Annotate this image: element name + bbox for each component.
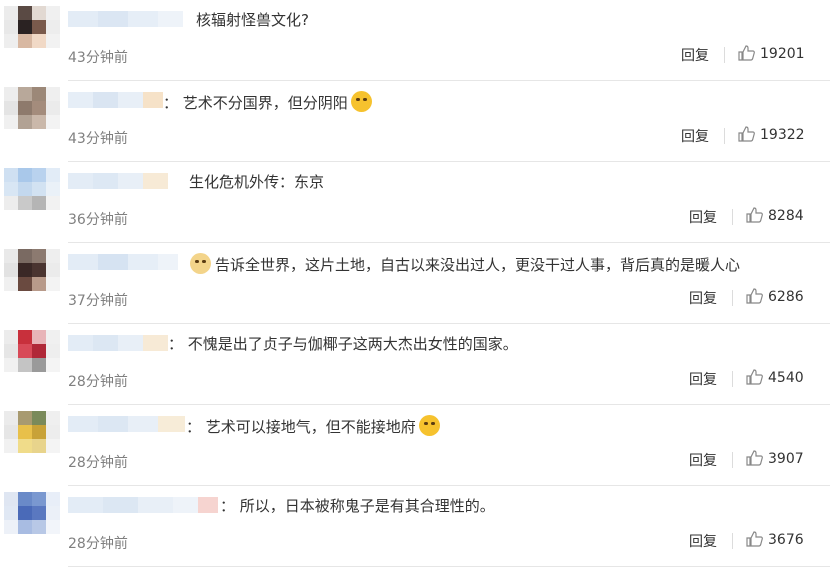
like-button[interactable]: 19322 — [738, 126, 805, 143]
reply-button[interactable]: 回复 — [681, 126, 709, 146]
comment-item: 生化危机外传：东京 36分钟前 回复 8284 — [0, 162, 830, 243]
reply-button[interactable]: 回复 — [689, 207, 717, 227]
emoji-icon — [418, 415, 440, 436]
avatar[interactable] — [4, 330, 64, 374]
timestamp: 43分钟前 — [68, 50, 128, 66]
timestamp: 43分钟前 — [68, 131, 128, 147]
like-button[interactable]: 19201 — [738, 45, 805, 62]
like-button[interactable]: 3907 — [746, 450, 804, 467]
timestamp: 36分钟前 — [68, 212, 128, 228]
like-count: 19322 — [760, 127, 805, 143]
divider — [732, 452, 733, 468]
avatar[interactable] — [4, 249, 64, 293]
comment-item: ： 不愧是出了贞子与伽椰子这两大杰出女性的国家。 28分钟前 回复 4540 — [0, 324, 830, 405]
timestamp: 28分钟前 — [68, 536, 128, 552]
thumbs-up-icon — [738, 45, 755, 61]
thumbs-up-icon — [746, 207, 763, 223]
like-button[interactable]: 4540 — [746, 369, 804, 386]
avatar[interactable] — [4, 6, 64, 50]
username-blurred[interactable] — [68, 173, 168, 189]
reply-button[interactable]: 回复 — [689, 531, 717, 551]
avatar[interactable] — [4, 87, 64, 131]
timestamp: 28分钟前 — [68, 374, 128, 390]
thumbs-up-icon — [746, 288, 763, 304]
comment-item: ： 艺术不分国界，但分阴阳 43分钟前 回复 19322 — [0, 81, 830, 162]
comment-text: 核辐射怪兽文化? — [196, 11, 309, 29]
comment-item: ： 艺术可以接地气，但不能接地府 28分钟前 回复 3907 — [0, 405, 830, 486]
username-blurred[interactable] — [68, 416, 185, 432]
like-count: 8284 — [768, 208, 804, 224]
reply-button[interactable]: 回复 — [689, 288, 717, 308]
thumbs-up-icon — [738, 126, 755, 142]
like-button[interactable]: 8284 — [746, 207, 804, 224]
divider — [724, 128, 725, 144]
divider — [732, 371, 733, 387]
like-count: 3907 — [768, 451, 804, 467]
like-button[interactable]: 6286 — [746, 288, 804, 305]
username-blurred[interactable] — [68, 11, 183, 27]
username-blurred[interactable] — [68, 254, 178, 270]
avatar[interactable] — [4, 168, 64, 212]
divider — [724, 47, 725, 63]
divider — [732, 209, 733, 225]
avatar[interactable] — [4, 492, 64, 536]
timestamp: 37分钟前 — [68, 293, 128, 309]
comment-item: ： 所以，日本被称鬼子是有其合理性的。 28分钟前 回复 3676 — [0, 486, 830, 567]
divider — [68, 566, 830, 567]
reply-button[interactable]: 回复 — [689, 450, 717, 470]
comment-text: ： 艺术不分国界，但分阴阳 — [163, 91, 372, 113]
username-blurred[interactable] — [68, 497, 218, 513]
like-count: 4540 — [768, 370, 804, 386]
comment-text: ： 所以，日本被称鬼子是有其合理性的。 — [220, 497, 495, 515]
timestamp: 28分钟前 — [68, 455, 128, 471]
thumbs-up-icon — [746, 450, 763, 466]
thumbs-up-icon — [746, 531, 763, 547]
reply-button[interactable]: 回复 — [689, 369, 717, 389]
like-count: 19201 — [760, 46, 805, 62]
comment-item: 核辐射怪兽文化? 43分钟前 回复 19201 — [0, 0, 830, 81]
like-button[interactable]: 3676 — [746, 531, 804, 548]
comment-text: ： 不愧是出了贞子与伽椰子这两大杰出女性的国家。 — [168, 335, 518, 353]
thumbs-up-icon — [746, 369, 763, 385]
like-count: 6286 — [768, 289, 804, 305]
comment-text: ： 艺术可以接地气，但不能接地府 — [186, 415, 440, 437]
comment-item: 告诉全世界，这片土地，自古以来没出过人，更没干过人事，背后真的是暖人心 37分钟… — [0, 243, 830, 324]
username-blurred[interactable] — [68, 92, 163, 108]
emoji-icon — [350, 91, 372, 112]
emoji-icon — [190, 253, 211, 274]
comment-text: 生化危机外传：东京 — [189, 173, 325, 191]
username-blurred[interactable] — [68, 335, 168, 351]
reply-button[interactable]: 回复 — [681, 45, 709, 65]
comment-text: 告诉全世界，这片土地，自古以来没出过人，更没干过人事，背后真的是暖人心 — [190, 253, 740, 275]
divider — [732, 290, 733, 306]
divider — [732, 533, 733, 549]
avatar[interactable] — [4, 411, 64, 455]
like-count: 3676 — [768, 532, 804, 548]
